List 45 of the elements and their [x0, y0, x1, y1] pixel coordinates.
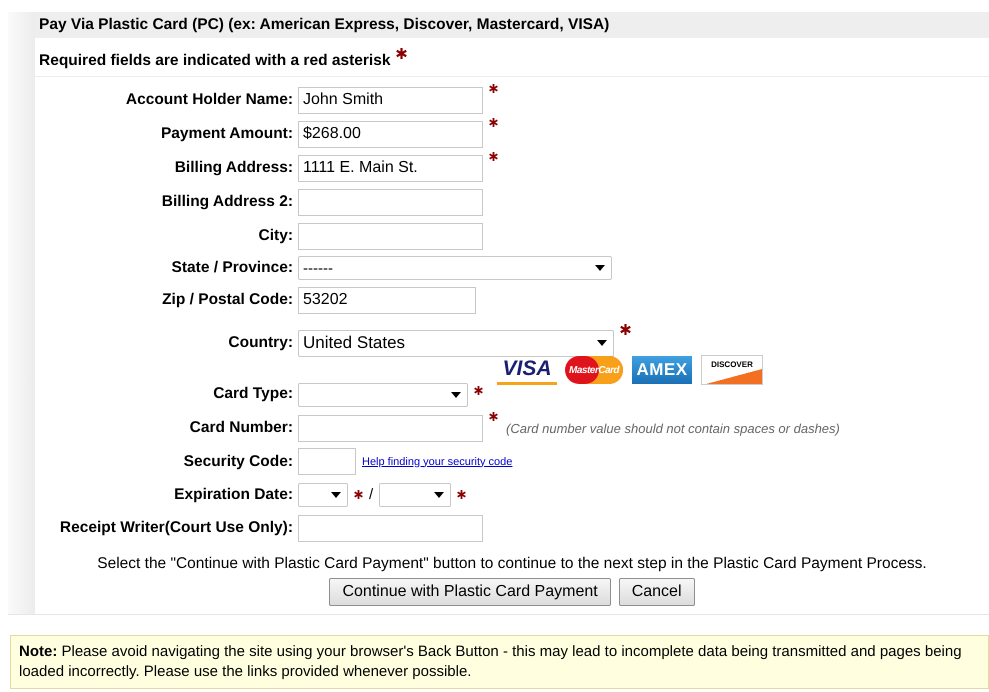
help-link[interactable]: Help finding your security code — [362, 456, 512, 468]
input-field[interactable] — [298, 188, 483, 216]
asterisk-icon — [396, 48, 408, 59]
date-separator: / — [369, 486, 374, 503]
card-logo: VISA — [497, 355, 557, 385]
continue-button[interactable]: Continue with Plastic Card Payment — [329, 578, 611, 606]
input-field[interactable] — [298, 222, 483, 250]
required-note: Required fields are indicated with a red asterisk — [39, 52, 390, 70]
field-label: Country: — [228, 334, 293, 352]
cancel-button[interactable]: Cancel — [618, 578, 695, 606]
hint-text: (Card number value should not contain spaces or dashes) — [506, 420, 840, 436]
caret-icon — [595, 265, 605, 271]
select-field[interactable]: United States — [298, 330, 614, 356]
input-field[interactable]: 53202 — [298, 286, 476, 314]
field-label: Payment Amount: — [160, 125, 293, 143]
caret-icon — [451, 392, 461, 398]
card-logo: DISCOVER — [701, 355, 763, 385]
caret-icon — [434, 492, 444, 498]
card-logo: AMEX — [631, 355, 693, 385]
select-field[interactable]: ------ — [298, 256, 612, 280]
section-header: Pay Via Plastic Card (PC) (ex: American Express, Discover, Mastercard, VISA) — [35, 12, 989, 38]
field-label: Account Holder Name: — [126, 91, 293, 109]
field-label: Receipt Writer(Court Use Only): — [60, 519, 293, 537]
input-field[interactable] — [298, 414, 483, 442]
field-label: Billing Address 2: — [162, 193, 293, 211]
select-field[interactable] — [298, 383, 468, 407]
instruction-text: Select the "Continue with Plastic Card Payment" button to continue to the next step in the Plastic Card Payment Process. — [96, 555, 928, 573]
field-label: State / Province: — [172, 259, 293, 277]
caret-icon — [597, 340, 607, 346]
input-field[interactable]: John Smith — [298, 86, 483, 114]
input-field[interactable] — [298, 448, 356, 475]
caret-icon — [331, 492, 341, 498]
note-text: Note: Please avoid navigating the site using your browser's Back Button - this may lead to incomplete data being transmitted and pages being loaded incorrectly. Please use the links provided whenever possible. — [19, 643, 962, 680]
field-label: Billing Address: — [174, 159, 293, 177]
input-field[interactable]: 1111 E. Main St. — [298, 154, 483, 182]
month-select[interactable] — [298, 482, 348, 506]
field-label: Card Type: — [213, 385, 293, 403]
field-label: Security Code: — [184, 452, 293, 470]
year-select[interactable] — [379, 482, 452, 506]
input-field[interactable]: $268.00 — [298, 120, 483, 148]
field-label: City: — [258, 227, 293, 245]
field-label: Expiration Date: — [174, 486, 293, 504]
field-label: Zip / Postal Code: — [162, 291, 293, 309]
field-label: Card Number: — [190, 419, 293, 437]
input-field[interactable] — [298, 514, 483, 542]
